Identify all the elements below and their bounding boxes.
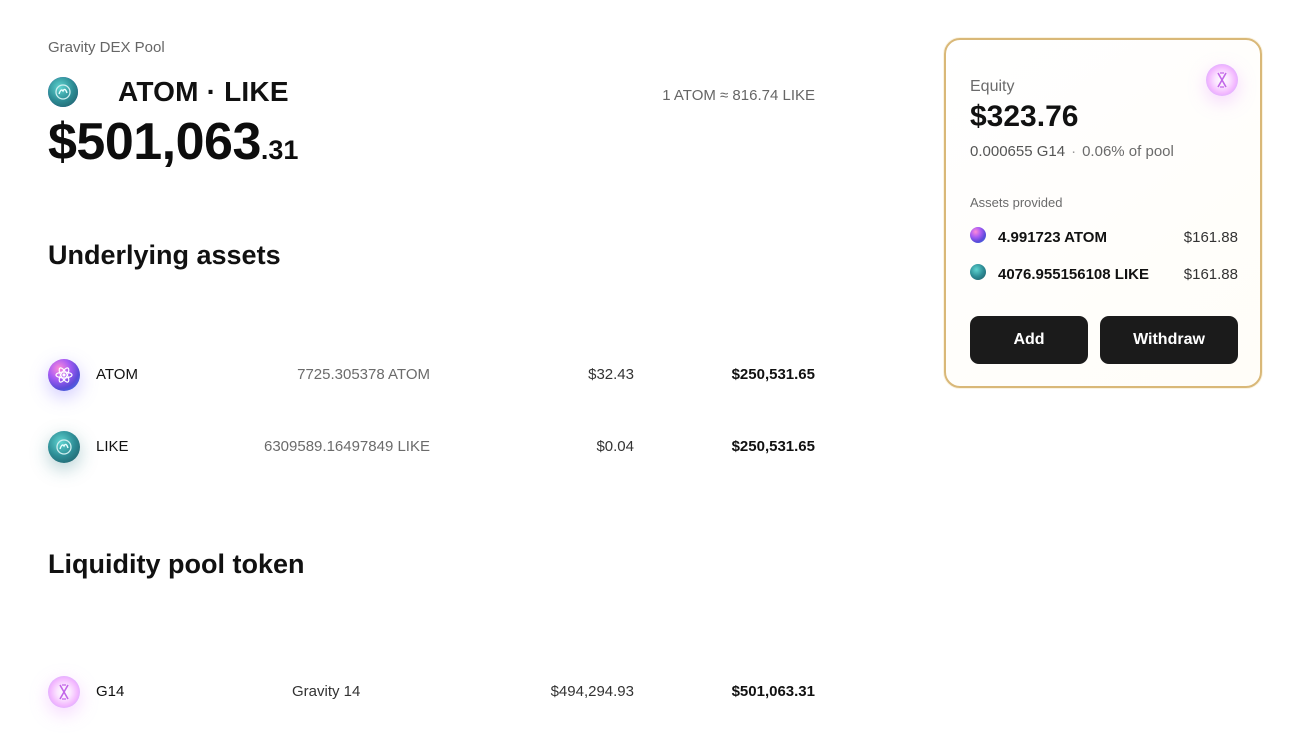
g14-icon <box>1206 64 1238 96</box>
assets-provided-label: Assets provided <box>970 195 1063 210</box>
like-icon <box>970 264 986 280</box>
pair-title: ATOM · LIKE <box>118 76 289 107</box>
provided-asset-atom: 4.991723 ATOM $161.88 <box>970 227 1238 249</box>
add-button[interactable]: Add <box>970 316 1088 364</box>
asset-symbol: LIKE <box>96 438 129 455</box>
equity-label: Equity <box>970 78 1015 95</box>
provided-usd: $161.88 <box>1183 229 1238 246</box>
lp-price: $494,294.93 <box>550 683 634 700</box>
provided-amount: 4076.955156108 LIKE <box>998 266 1149 283</box>
atom-icon <box>970 227 986 243</box>
pair-icons <box>48 77 108 109</box>
provided-usd: $161.88 <box>1183 266 1238 283</box>
separator-dot: · <box>1071 143 1077 160</box>
breadcrumb[interactable]: Gravity DEX Pool <box>48 39 165 56</box>
atom-icon <box>48 359 80 391</box>
lp-name: Gravity 14 <box>292 683 361 700</box>
asset-value: $250,531.65 <box>731 438 815 455</box>
equity-value: $323.76 <box>970 100 1079 133</box>
asset-amount: 7725.305378 ATOM <box>297 366 430 383</box>
underlying-assets-title: Underlying assets <box>48 240 281 270</box>
asset-price: $0.04 <box>596 438 634 455</box>
lp-symbol: G14 <box>96 683 125 700</box>
g14-icon <box>48 676 80 708</box>
asset-value: $250,531.65 <box>731 366 815 383</box>
withdraw-button[interactable]: Withdraw <box>1100 316 1238 364</box>
pool-share: 0.06% of pool <box>1082 143 1174 160</box>
lp-value: $501,063.31 <box>731 683 815 700</box>
asset-price: $32.43 <box>588 366 634 383</box>
like-icon <box>48 431 80 463</box>
tvl-main: $501,063 <box>48 113 261 171</box>
asset-symbol: ATOM <box>96 366 138 383</box>
provided-asset-like: 4076.955156108 LIKE $161.88 <box>970 264 1238 286</box>
equity-card: Equity $323.76 0.000655 G14 · 0.06% of poo… <box>944 38 1262 388</box>
tvl-cents: .31 <box>260 135 299 165</box>
lp-amount: 0.000655 G14 <box>970 143 1066 160</box>
equity-details: 0.000655 G14 · 0.06% of pool <box>970 143 1174 160</box>
exchange-rate: 1 ATOM ≈ 816.74 LIKE <box>662 87 815 104</box>
lp-token-title: Liquidity pool token <box>48 549 305 579</box>
asset-amount: 6309589.16497849 LIKE <box>264 438 430 455</box>
like-icon <box>48 77 78 107</box>
provided-amount: 4.991723 ATOM <box>998 229 1107 246</box>
pool-total-value: $501,063.31 <box>48 112 298 172</box>
